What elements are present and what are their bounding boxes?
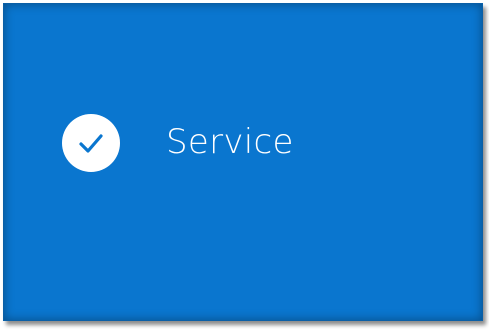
check-circle-icon [62, 114, 120, 172]
tile-label: Service [166, 122, 294, 162]
checkmark-icon [79, 134, 103, 153]
service-tile[interactable]: Service [3, 3, 483, 321]
